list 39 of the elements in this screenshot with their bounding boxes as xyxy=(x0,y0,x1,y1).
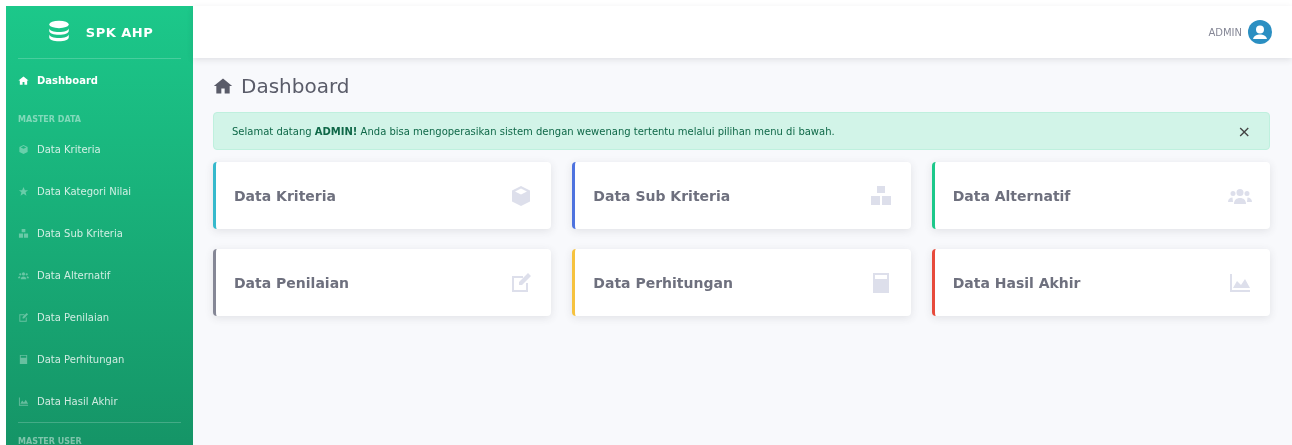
card-title: Data Hasil Akhir xyxy=(952,274,1081,291)
user-avatar-icon[interactable] xyxy=(1248,20,1272,44)
sidebar-heading: MASTER USER xyxy=(18,436,83,445)
menu-card[interactable]: Data Hasil Akhir xyxy=(931,249,1270,316)
edit-icon xyxy=(18,311,29,323)
user-name: ADMIN xyxy=(1208,26,1242,38)
sidebar-item[interactable]: Data Penilaian xyxy=(18,296,181,338)
edit-icon xyxy=(509,270,534,295)
alert-message: Selamat datang ADMIN! Anda bisa mengoperasikan sistem dengan wewenang tertentu melalui pilihan menu di bawah. xyxy=(232,125,835,137)
menu-card[interactable]: Data Penilaian xyxy=(213,249,552,316)
menu-card[interactable]: Data Perhitungan xyxy=(572,249,911,316)
page-title: Dashboard xyxy=(241,74,350,98)
star-icon xyxy=(18,185,29,197)
sidebar-item[interactable]: Data Kriteria xyxy=(18,128,181,170)
cubes-icon xyxy=(868,183,893,208)
close-button[interactable]: × xyxy=(1233,121,1255,141)
home-icon xyxy=(18,74,29,86)
home-icon xyxy=(213,76,233,96)
brand-name: SPK AHP xyxy=(85,24,154,40)
calculator-icon xyxy=(18,353,29,365)
card-title: Data Perhitungan xyxy=(593,274,733,291)
sidebar-item[interactable]: Dashboard xyxy=(18,59,181,101)
card-title: Data Kriteria xyxy=(234,187,336,204)
menu-card[interactable]: Data Sub Kriteria xyxy=(572,162,911,229)
sidebar-item[interactable]: Data Sub Kriteria xyxy=(18,212,181,254)
sidebar-item[interactable]: Data Perhitungan xyxy=(18,338,181,380)
card-title: Data Alternatif xyxy=(952,187,1071,204)
cubes-icon xyxy=(18,227,29,239)
card-title: Data Sub Kriteria xyxy=(593,187,731,204)
card-title: Data Penilaian xyxy=(234,274,350,291)
sidebar-item[interactable]: Data Hasil Akhir xyxy=(18,380,181,422)
users-icon xyxy=(18,269,29,281)
sidebar-item[interactable]: Data Alternatif xyxy=(18,254,181,296)
area-chart-icon xyxy=(18,395,29,407)
sidebar-heading: MASTER DATA xyxy=(18,114,83,126)
sidebar-item[interactable]: Data Kategori Nilai xyxy=(18,170,181,212)
cube-icon xyxy=(18,143,29,155)
menu-card[interactable]: Data Kriteria xyxy=(213,162,552,229)
menu-card[interactable]: Data Alternatif xyxy=(931,162,1270,229)
